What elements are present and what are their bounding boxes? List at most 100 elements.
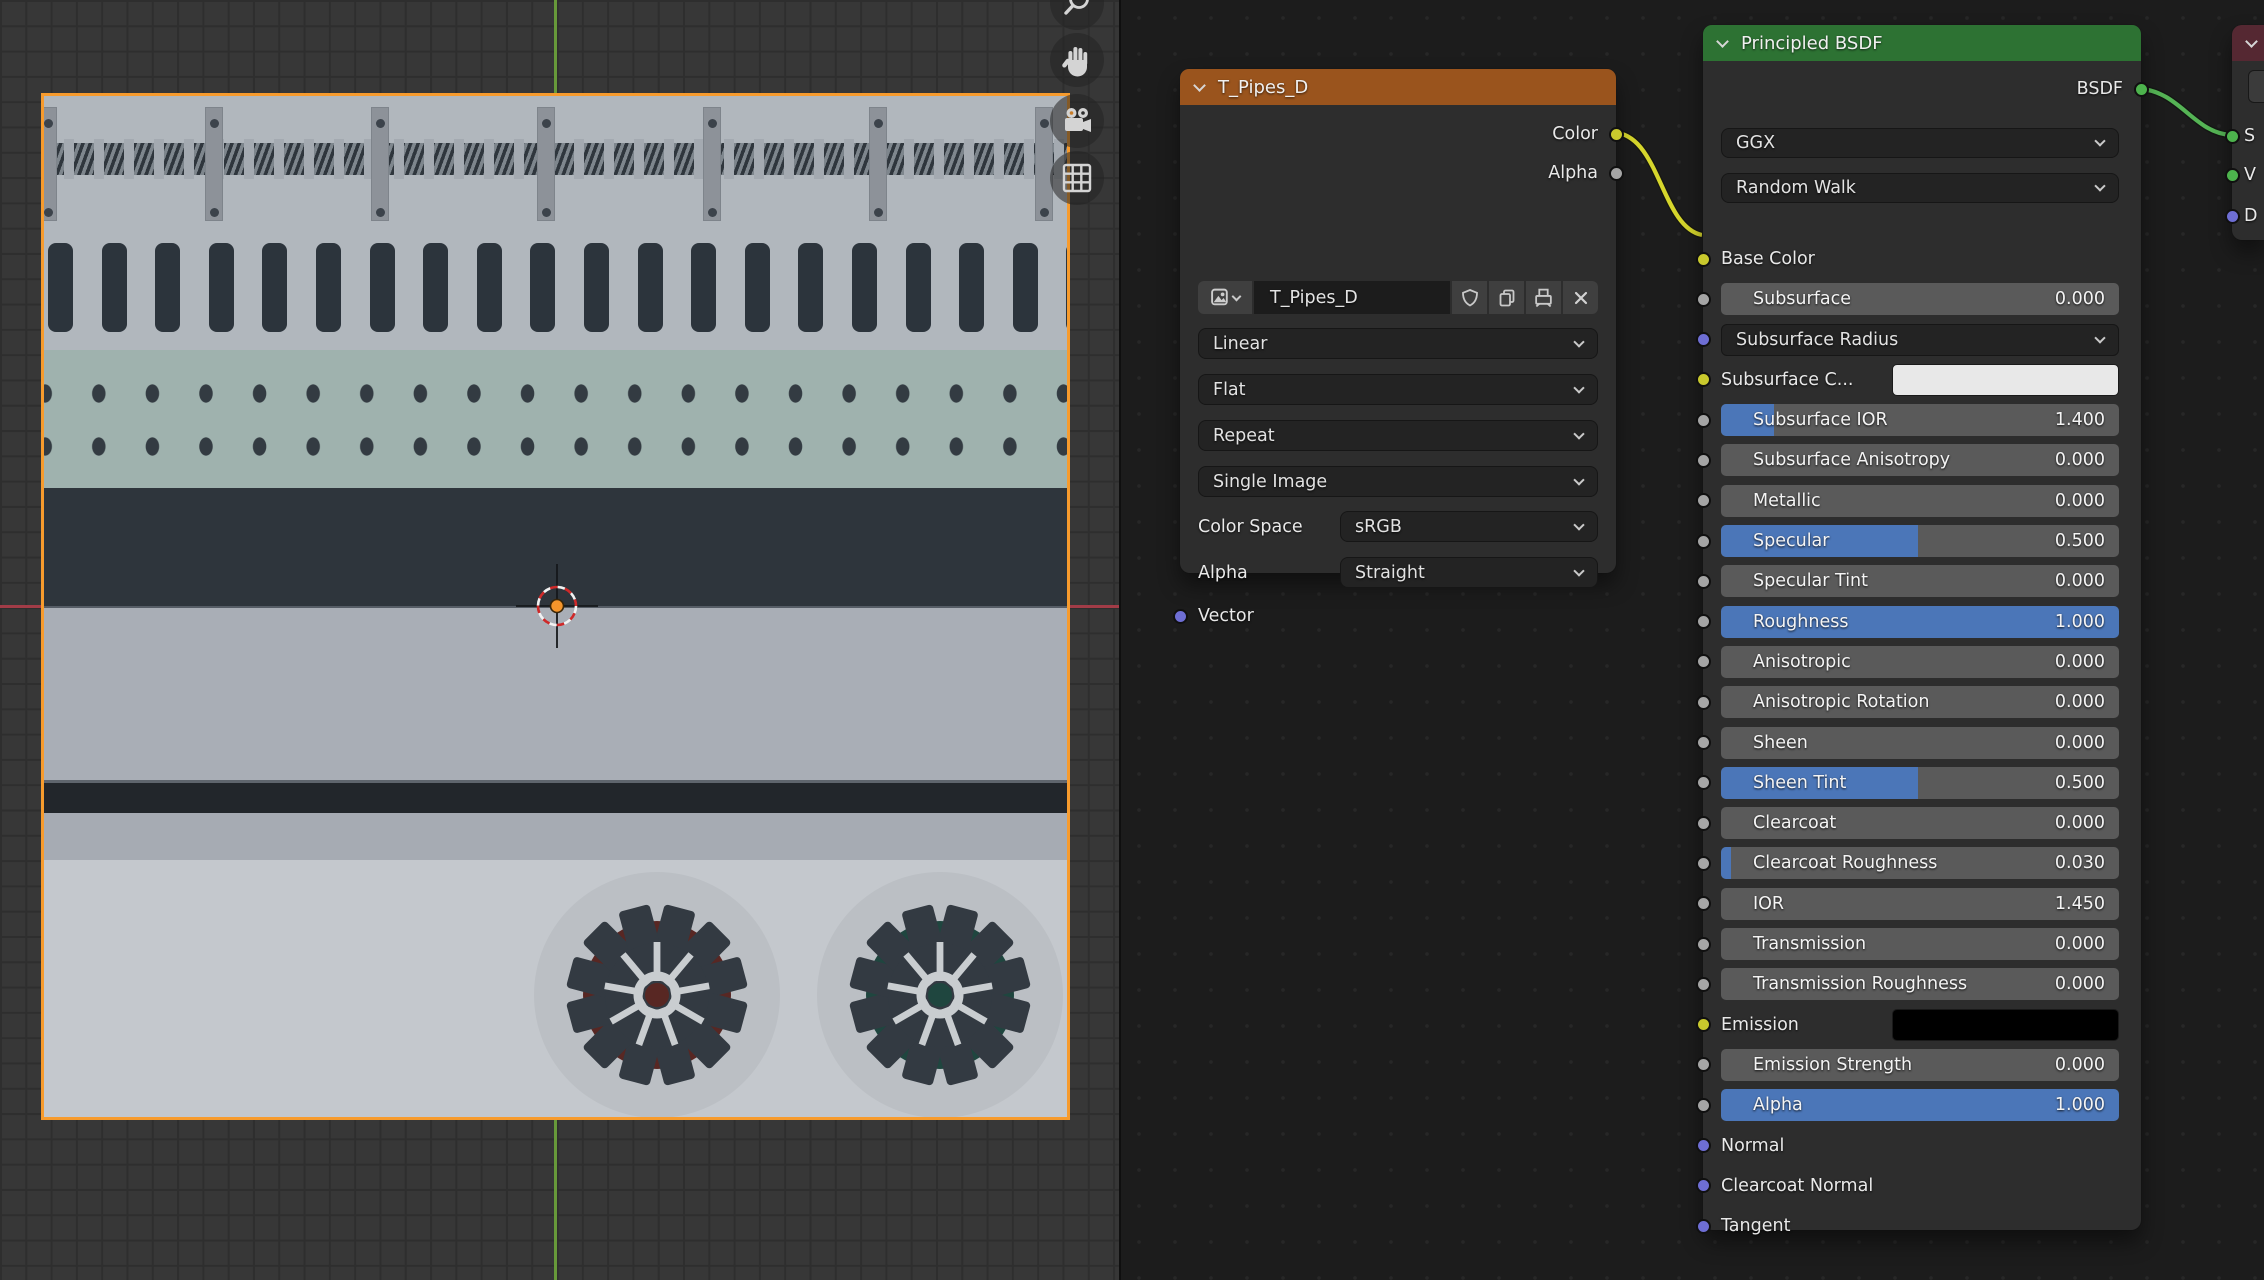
specular-socket[interactable] [1696,534,1711,549]
anisotropic-rotation-socket[interactable] [1696,695,1711,710]
surface-input-socket[interactable] [2225,129,2240,144]
clearcoat-normal-socket[interactable] [1696,1178,1711,1193]
bsdf-slider-clearcoat[interactable]: Clearcoat0.000 [1721,807,2119,839]
image-texture-node-header[interactable]: T_Pipes_D [1180,69,1616,105]
metallic-socket[interactable] [1696,493,1711,508]
base-color-socket[interactable] [1696,252,1711,267]
pan-gizmo-button[interactable] [1050,33,1104,87]
volume-input-socket[interactable] [2225,168,2240,183]
slider-value: 0.000 [2055,692,2105,712]
slider-label: Metallic [1753,491,1821,511]
emission-socket[interactable] [1696,1017,1711,1032]
displacement-input-socket[interactable] [2225,209,2240,224]
bsdf-slider-anisotropic-rotation[interactable]: Anisotropic Rotation0.000 [1721,686,2119,718]
roughness-socket[interactable] [1696,614,1711,629]
subsurface-method-select[interactable]: Random Walk [1721,173,2119,203]
slider-label: Transmission [1753,934,1866,954]
subsurface-c-socket[interactable] [1696,372,1711,387]
bsdf-swatch-subsurface-c[interactable] [1892,364,2119,396]
subsurface-anisotropy-socket[interactable] [1696,453,1711,468]
bsdf-slider-alpha[interactable]: Alpha1.000 [1721,1089,2119,1121]
distribution-select[interactable]: GGX [1721,128,2119,158]
bsdf-row-tangent: Tangent [1721,1210,2119,1242]
bsdf-output-socket[interactable] [2134,82,2149,97]
projection-select[interactable]: Flat [1198,374,1598,405]
color-output-socket[interactable] [1609,127,1624,142]
image-browser-button[interactable] [1198,281,1252,314]
vector-input-socket[interactable] [1173,609,1188,624]
transmission-roughness-socket[interactable] [1696,977,1711,992]
collapse-chevron-icon[interactable] [2245,35,2258,48]
bsdf-swatch-emission[interactable] [1892,1009,2119,1041]
viewport-3d[interactable] [0,0,1121,1280]
normal-socket[interactable] [1696,1138,1711,1153]
output-target-field[interactable] [2248,70,2264,103]
output-node-header[interactable] [2232,25,2264,61]
principled-bsdf-node[interactable]: Principled BSDF BSDF GGX Random Walk Bas… [1703,25,2141,1230]
slider-label: Specular [1753,531,1829,551]
bsdf-slider-specular-tint[interactable]: Specular Tint0.000 [1721,565,2119,597]
emission-strength-socket[interactable] [1696,1057,1711,1072]
bsdf-slider-transmission-roughness[interactable]: Transmission Roughness0.000 [1721,968,2119,1000]
bsdf-slider-subsurface-ior[interactable]: Subsurface IOR1.400 [1721,404,2119,436]
color-space-select[interactable]: sRGB [1340,511,1598,542]
collapse-chevron-icon[interactable] [1193,79,1206,92]
slider-value: 0.000 [2055,934,2105,954]
anisotropic-socket[interactable] [1696,654,1711,669]
collapse-chevron-icon[interactable] [1716,35,1729,48]
subsurface-radius-socket[interactable] [1696,332,1711,347]
subsurface-ior-socket[interactable] [1696,413,1711,428]
fake-user-button[interactable] [1452,281,1487,314]
bsdf-slider-sheen[interactable]: Sheen0.000 [1721,727,2119,759]
bsdf-slider-anisotropic[interactable]: Anisotropic0.000 [1721,646,2119,678]
alpha-mode-select[interactable]: Straight [1340,557,1598,588]
bsdf-slider-transmission[interactable]: Transmission 0.000 [1721,928,2119,960]
clearcoat-socket[interactable] [1696,816,1711,831]
bsdf-slider-subsurface-anisotropy[interactable]: Subsurface Anisotropy0.000 [1721,444,2119,476]
new-image-button[interactable] [1489,281,1524,314]
alpha-output-socket[interactable] [1609,166,1624,181]
unlink-button[interactable] [1563,281,1598,314]
slider-value: 0.000 [2055,491,2105,511]
ortho-grid-button[interactable] [1050,151,1104,205]
output-bsdf: BSDF [1923,73,2123,105]
bsdf-slider-clearcoat-roughness[interactable]: Clearcoat Roughness0.030 [1721,847,2119,879]
slider-label: Roughness [1753,612,1848,632]
bsdf-dropdown-subsurface-radius[interactable]: Subsurface Radius [1721,324,2119,356]
sheen-tint-socket[interactable] [1696,775,1711,790]
clearcoat-roughness-socket[interactable] [1696,856,1711,871]
field-label: Normal [1721,1136,1784,1156]
chevron-down-icon [2094,180,2105,191]
image-texture-node[interactable]: T_Pipes_D Color Alpha T_Pipes_D [1180,69,1616,573]
pack-icon [1533,287,1554,308]
bsdf-slider-metallic[interactable]: Metallic 0.000 [1721,485,2119,517]
camera-view-button[interactable] [1050,94,1104,148]
specular-tint-socket[interactable] [1696,574,1711,589]
zoom-gizmo-button[interactable] [1050,0,1104,30]
editor-split-border[interactable] [1119,0,1121,1280]
image-name-field[interactable]: T_Pipes_D [1254,281,1450,314]
alpha-socket[interactable] [1696,1098,1711,1113]
textured-plane[interactable] [44,96,1067,1117]
extension-select[interactable]: Repeat [1198,420,1598,451]
chevron-down-icon [2094,332,2105,343]
slider-value: 0.030 [2055,853,2105,873]
ior-socket[interactable] [1696,896,1711,911]
transmission-socket[interactable] [1696,937,1711,952]
bsdf-node-header[interactable]: Principled BSDF [1703,25,2141,61]
bsdf-slider-emission-strength[interactable]: Emission Strength0.000 [1721,1049,2119,1081]
bsdf-slider-specular[interactable]: Specular0.500 [1721,525,2119,557]
bsdf-slider-subsurface[interactable]: Subsurface0.000 [1721,283,2119,315]
bsdf-row-clearcoat: Clearcoat0.000 [1721,807,2119,839]
source-select[interactable]: Single Image [1198,466,1598,497]
subsurface-socket[interactable] [1696,292,1711,307]
bsdf-slider-ior[interactable]: IOR1.450 [1721,888,2119,920]
label-row: Clearcoat Normal [1721,1170,2119,1202]
sheen-socket[interactable] [1696,735,1711,750]
slider-value: 0.000 [2055,974,2105,994]
pack-image-button[interactable] [1526,281,1561,314]
bsdf-slider-roughness[interactable]: Roughness1.000 [1721,606,2119,638]
interpolation-select[interactable]: Linear [1198,328,1598,359]
bsdf-slider-sheen-tint[interactable]: Sheen Tint0.500 [1721,767,2119,799]
tangent-socket[interactable] [1696,1219,1711,1234]
